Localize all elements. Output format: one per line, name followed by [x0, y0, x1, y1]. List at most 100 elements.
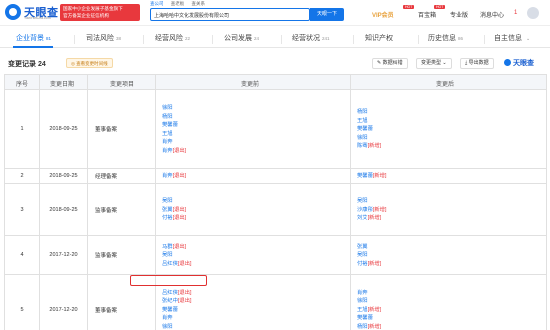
data-correction-button[interactable]: ✎ 数据纠错 [372, 58, 408, 69]
person-name-link[interactable]: 徐阳 [162, 324, 173, 330]
person-name-link[interactable]: 杨阳 [357, 324, 368, 330]
row-before-list: 肖奔[退出] [156, 169, 351, 183]
header-date: 变更日期 [50, 82, 75, 88]
tab-divider [281, 35, 282, 44]
person-name-link[interactable]: 马群 [162, 244, 173, 250]
nav-message-center[interactable]: 消息中心 [480, 10, 504, 19]
tab-operation-risk[interactable]: 经营风险 22 [155, 33, 190, 43]
person-name-link[interactable]: 沙康彤 [357, 207, 373, 213]
export-data-button[interactable]: ⤓ 导出数据 [460, 58, 494, 69]
table-row: 3 2018-09-25 监事备案 吴阳 张翼[退出] 付裕[退出] 吴阳 沙康彤[新增] 刘艾… [4, 184, 547, 236]
person-name-link[interactable]: 肖奔 [357, 290, 368, 296]
person-entry: 吴阳 [162, 251, 350, 260]
logo[interactable]: 天眼查 TianYanCha.com [5, 4, 59, 22]
tab-intellectual-property[interactable]: 知识产权 [365, 33, 395, 43]
person-name-link[interactable]: 樊馨蕾 [357, 315, 373, 321]
table-row: 1 2018-09-25 董事备案 徐阳 杨阳 樊馨蕾 王旭 肖奔 肖奔[退出] 杨阳 王旭 樊馨蕾徐… [4, 90, 547, 169]
person-entry: 张翼[退出] [162, 206, 350, 215]
row-date: 2017-12-20 [40, 275, 88, 330]
person-name-link[interactable]: 吴阳 [162, 198, 173, 204]
tab-company-development[interactable]: 公司发展 24 [224, 33, 259, 43]
person-name-link[interactable]: 张翼 [162, 207, 173, 213]
export-data-label: 导出数据 [468, 60, 489, 66]
person-name-link[interactable]: 张翼 [357, 244, 368, 250]
change-tag: [新增] [372, 206, 387, 213]
tab-operation-status[interactable]: 经营状况 241 [292, 33, 330, 43]
avatar[interactable] [527, 7, 539, 19]
search-tab-relation[interactable]: 查关系 [192, 1, 206, 6]
tab-judicial-risk[interactable]: 司法风险 38 [86, 33, 121, 43]
person-name-link[interactable]: 杨阳 [162, 114, 173, 120]
person-name-link[interactable]: 徐阳 [357, 135, 368, 141]
search-input[interactable]: 上海哈哈中文化发展股份有限公司 [150, 8, 310, 21]
person-entry: 付裕[新增] [357, 260, 546, 269]
person-name-link[interactable]: 樊馨蕾 [162, 307, 178, 313]
badge-line-1: 国家中小企业发展子基金旗下 [63, 6, 123, 11]
person-name-link[interactable]: 吴阳 [357, 198, 368, 204]
search-button[interactable]: 天眼一下 [310, 8, 344, 21]
tab-history-info[interactable]: 历史信息 86 [428, 33, 463, 43]
person-entry: 吴阳 [162, 197, 350, 206]
person-name-link[interactable]: 肖奔 [162, 148, 173, 154]
row-after-list: 肖奔 徐阳 王旭[新增] 樊馨蕾 杨阳[新增] [351, 275, 547, 330]
person-name-link[interactable]: 陈骞 [357, 143, 368, 149]
person-entry: 樊馨蕾 [357, 314, 546, 323]
person-name-link[interactable]: 肖奔 [162, 315, 173, 321]
hot-badge: HOT [403, 5, 415, 9]
chevron-down-icon: ⌄ [526, 36, 531, 42]
tab-self-info[interactable]: 自主信息 ⌄ [494, 33, 530, 43]
highlight-box [130, 275, 207, 286]
person-entry: 徐阳 [357, 297, 546, 306]
header-cell: 变更项目 [88, 75, 156, 89]
person-name-link[interactable]: 樊馨蕾 [357, 126, 373, 132]
change-tag: [新增] [367, 143, 382, 150]
change-tag: [新增] [367, 215, 382, 222]
person-name-link[interactable]: 王旭 [357, 118, 368, 124]
person-name-link[interactable]: 王旭 [162, 131, 173, 137]
row-item: 董事备案 [88, 90, 156, 168]
header-item: 变更项目 [110, 82, 135, 88]
vip-link[interactable]: VIP会员 [372, 10, 394, 19]
person-name-link[interactable]: 吕红侠 [162, 261, 178, 267]
person-name-link[interactable]: 吴阳 [162, 252, 173, 258]
row-date: 2018-09-25 [40, 184, 88, 235]
person-name-link[interactable]: 徐阳 [357, 298, 368, 304]
official-badge: 国家中小企业发展子基金旗下 官方备案企业征信机构 [60, 4, 140, 21]
change-type-filter[interactable]: 变更类型 ⌄ [416, 58, 452, 69]
tab-label: 历史信息 [428, 35, 456, 42]
tab-divider [418, 35, 419, 44]
person-name-link[interactable]: 张纪中 [162, 298, 178, 304]
person-name-link[interactable]: 肖奔 [162, 173, 173, 179]
person-name-link[interactable]: 杨阳 [357, 109, 368, 115]
person-entry: 吴阳 [357, 197, 546, 206]
header-cell: 序号 [4, 75, 40, 89]
timeline-link[interactable]: ◎ 查看变更时间线 [66, 58, 113, 68]
person-name-link[interactable]: 肖奔 [162, 139, 173, 145]
person-name-link[interactable]: 徐阳 [162, 105, 173, 111]
tab-company-background[interactable]: 企业背景 81 [16, 33, 51, 43]
search-type-tabs: 查公司 查老板 查关系 [150, 1, 211, 7]
person-name-link[interactable]: 樊馨蕾 [162, 122, 178, 128]
nav-pro-version[interactable]: 专业版 [450, 10, 468, 19]
person-entry: 马群[退出] [162, 243, 350, 252]
search-tab-company[interactable]: 查公司 [150, 1, 164, 6]
person-name-link[interactable]: 付裕 [162, 215, 173, 221]
tab-label: 公司发展 [224, 35, 252, 42]
person-entry: 吕红侠[退出] [162, 289, 350, 298]
person-entry: 樊馨蕾[新增] [357, 172, 546, 181]
nav-treasure-box[interactable]: 百宝箱 [418, 10, 436, 19]
search-tab-boss[interactable]: 查老板 [171, 1, 185, 6]
person-entry: 刘艾[新增] [357, 214, 546, 223]
person-name-link[interactable]: 吕红侠 [162, 290, 178, 296]
person-name-link[interactable]: 王旭 [357, 307, 368, 313]
person-name-link[interactable]: 付裕 [357, 261, 368, 267]
person-entry: 肖奔[退出] [162, 172, 350, 181]
person-name-link[interactable]: 吴阳 [357, 252, 368, 258]
tab-divider [143, 35, 144, 44]
tab-count: 22 [185, 36, 191, 41]
person-name-link[interactable]: 樊馨蕾 [357, 173, 373, 179]
person-entry: 付裕[退出] [162, 214, 350, 223]
person-entry: 徐阳 [162, 104, 350, 113]
person-name-link[interactable]: 刘艾 [357, 215, 368, 221]
person-entry: 杨阳 [162, 113, 350, 122]
